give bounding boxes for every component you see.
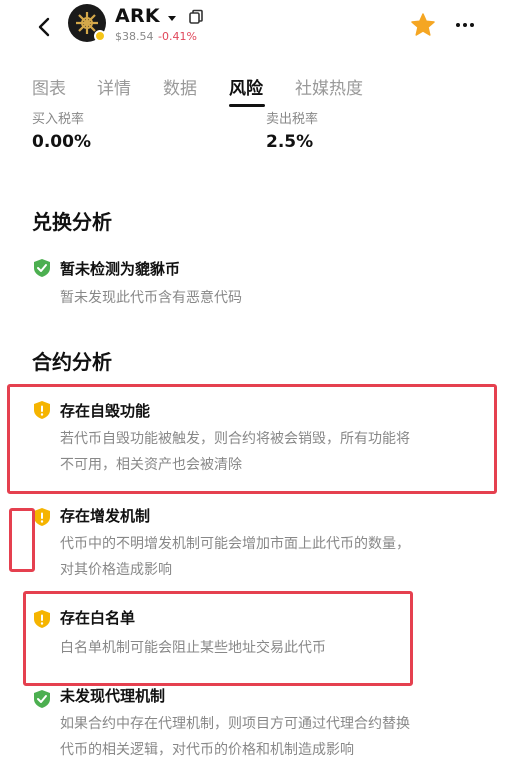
token-price: $38.54: [115, 30, 154, 43]
annotation-box-whitelist: [23, 591, 413, 686]
sell-tax-label: 卖出税率: [266, 112, 319, 127]
app-header: ARK $38.54 -0.41%: [0, 0, 530, 56]
active-tab-indicator: [229, 104, 265, 107]
proxy-mechanism-title: 未发现代理机制: [60, 687, 166, 705]
favorite-star-icon[interactable]: [410, 12, 436, 38]
back-arrow-icon[interactable]: [30, 12, 60, 42]
tab-risk[interactable]: 风险: [229, 74, 263, 99]
contract-analysis-title: 合约分析: [32, 350, 112, 374]
tab-details[interactable]: 详情: [97, 74, 131, 99]
check-shield-icon: [34, 690, 50, 708]
token-name: ARK: [115, 5, 160, 27]
tab-social[interactable]: 社媒热度: [295, 74, 363, 99]
proxy-mechanism-desc: 如果合约中存在代理机制，则项目方可通过代理合约替换 代币的相关逻辑，对代币的价格…: [60, 716, 410, 758]
honeypot-check-title: 暂未检测为貔貅币: [60, 260, 181, 278]
check-shield-icon: [34, 259, 50, 277]
tab-bar: 图表 详情 数据 风险 社媒热度: [0, 66, 530, 107]
annotation-box-mint: [9, 508, 35, 572]
tab-data[interactable]: 数据: [163, 74, 197, 99]
chain-badge-icon: [94, 30, 106, 42]
warning-shield-icon: [34, 508, 50, 526]
sell-tax-value: 2.5%: [266, 132, 314, 152]
tab-chart[interactable]: 图表: [32, 74, 66, 99]
price-change: -0.41%: [158, 30, 197, 43]
annotation-box-self-destruct: [7, 384, 497, 494]
more-options-icon[interactable]: [454, 14, 476, 36]
mint-mechanism-desc: 代币中的不明增发机制可能会增加市面上此代币的数量， 对其价格造成影响: [60, 536, 410, 578]
dropdown-caret-icon[interactable]: [166, 12, 178, 24]
mint-mechanism-title: 存在增发机制: [60, 507, 151, 525]
buy-tax-value: 0.00%: [32, 132, 91, 152]
exchange-analysis-title: 兑换分析: [32, 210, 112, 234]
buy-tax-label: 买入税率: [32, 112, 85, 127]
copy-icon[interactable]: [188, 9, 204, 25]
honeypot-check-desc: 暂未发现此代币含有恶意代码: [60, 290, 242, 306]
